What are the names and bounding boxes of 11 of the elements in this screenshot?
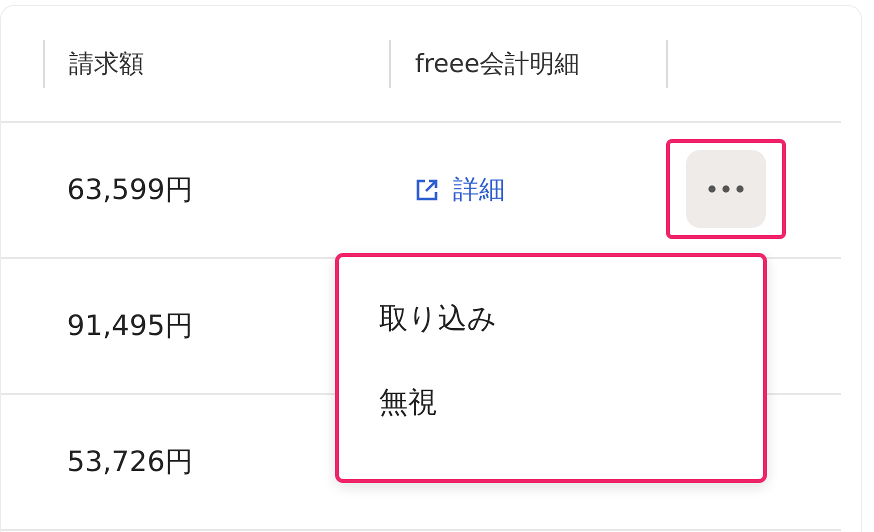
- menu-item[interactable]: 取り込み: [339, 277, 537, 360]
- more-icon: [708, 184, 744, 192]
- column-header: 請求額: [69, 48, 144, 80]
- detail-link[interactable]: 詳細: [389, 170, 505, 210]
- column-header: freee会計明細: [415, 48, 580, 80]
- table-cell-text: 53,726円: [66, 445, 193, 478]
- external-link-icon: [415, 178, 439, 202]
- table-cell-text: 91,495円: [66, 309, 193, 342]
- menu-item[interactable]: 無視: [339, 360, 477, 444]
- more-button[interactable]: [686, 150, 766, 228]
- table-cell-text: 63,599円: [66, 173, 193, 206]
